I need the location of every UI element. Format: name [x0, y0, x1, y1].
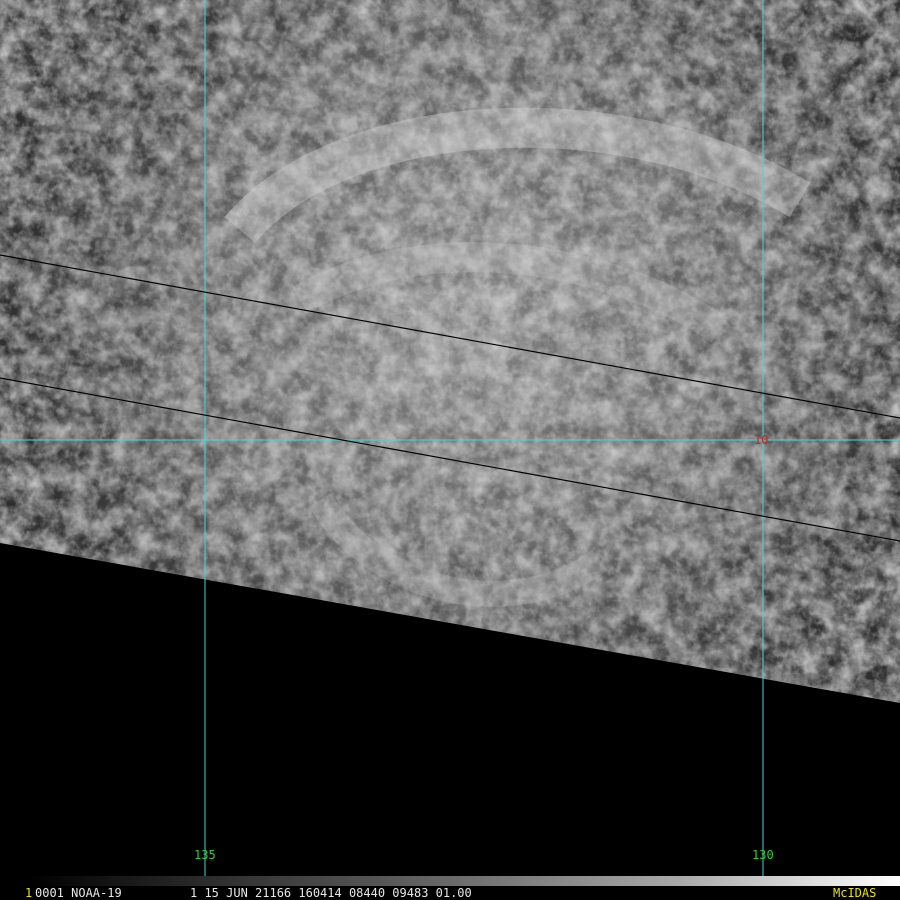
lat-label-10: 10: [754, 433, 769, 447]
image-status-text: 1 15 JUN 21166 160414 08440 09483 01.00: [190, 886, 472, 900]
orbit-track-line: [0, 254, 900, 419]
orbit-track-line: [0, 377, 900, 542]
lon-label-135: 135: [194, 848, 216, 862]
satellite-label: 0001 NOAA-19: [35, 886, 122, 900]
satellite-image-viewer: 135 130 10 1 0001 NOAA-19 1 15 JUN 21166…: [0, 0, 900, 900]
status-row: 1 0001 NOAA-19 1 15 JUN 21166 160414 084…: [0, 886, 900, 900]
grid-overlay: [0, 0, 900, 900]
lon-label-130: 130: [752, 848, 774, 862]
frame-index: 1: [25, 886, 33, 900]
grayscale-ramp: [28, 876, 900, 886]
mcidas-logo: McIDAS: [833, 886, 877, 900]
